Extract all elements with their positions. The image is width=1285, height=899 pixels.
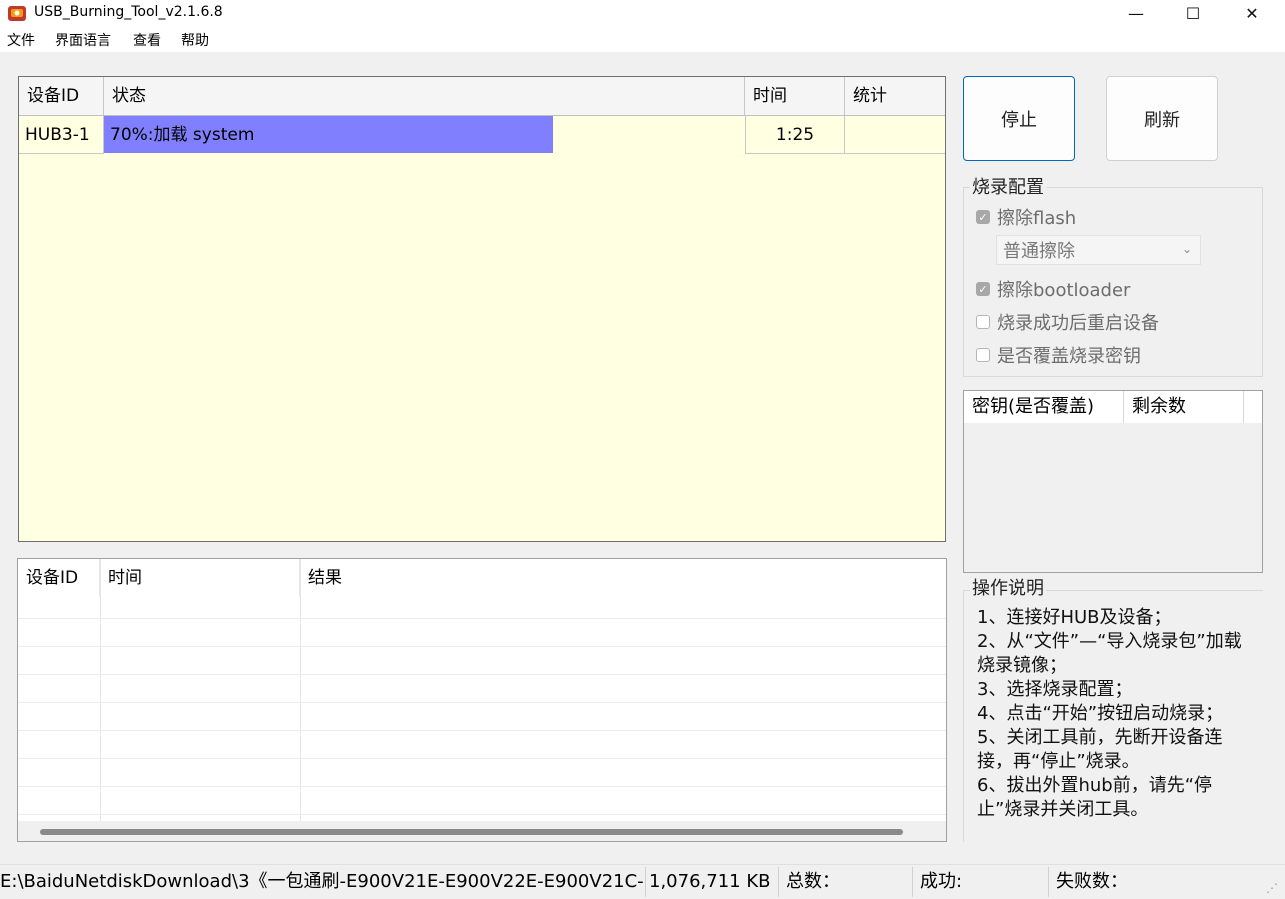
result-table-header: 设备ID 时间 结果 (18, 559, 946, 597)
grid-line (18, 730, 946, 731)
status-total: 总数： (786, 871, 840, 892)
menu-file[interactable]: 文件 (7, 33, 35, 49)
menu-help[interactable]: 帮助 (181, 33, 209, 49)
instruction-line: 1、连接好HUB及设备； (977, 607, 1172, 628)
burn-config-title: 烧录配置 (970, 177, 1046, 198)
resize-grip-icon[interactable]: ⋰ (1266, 881, 1280, 895)
refresh-button[interactable]: 刷新 (1106, 76, 1218, 161)
instruction-line: 4、点击“开始”按钮启动烧录； (977, 703, 1224, 724)
progress-bar: 70%:加载 system (104, 116, 745, 154)
grid-line (18, 758, 946, 759)
col-result[interactable]: 结果 (300, 559, 946, 597)
instructions-text: 1、连接好HUB及设备； 2、从“文件”—“导入烧录包”加载烧录镜像； 3、选择… (977, 606, 1257, 822)
col-stats[interactable]: 统计 (845, 77, 945, 115)
reboot-after-checkbox[interactable]: 烧录成功后重启设备 (976, 310, 1159, 334)
status-text: 70%:加载 system (110, 125, 255, 145)
status-separator (778, 867, 779, 897)
key-table[interactable]: 密钥(是否覆盖) 剩余数 (963, 390, 1263, 573)
col-device-id[interactable]: 设备ID (18, 559, 100, 597)
title-bar: USB_Burning_Tool_v2.1.6.8 — ☐ ✕ (0, 0, 1285, 30)
stats-cell (845, 116, 945, 154)
status-fail: 失败数： (1056, 871, 1128, 892)
status-file-path: E:\BaiduNetdiskDownload\3《一包通刷-E900V21E-… (0, 871, 643, 892)
window-title: USB_Burning_Tool_v2.1.6.8 (34, 4, 223, 20)
grid-line (100, 559, 101, 821)
instruction-line: 3、选择烧录配置； (977, 679, 1133, 700)
status-file-size: 1,076,711 KB (649, 871, 771, 892)
instruction-line: 6、拔出外置hub前，请先“停止”烧录并关闭工具。 (977, 775, 1213, 820)
checkbox-unchecked-icon (976, 348, 990, 362)
checkbox-unchecked-icon (976, 315, 990, 329)
erase-flash-checkbox[interactable]: ✓ 擦除flash (976, 205, 1076, 229)
status-success: 成功: (920, 871, 963, 892)
overwrite-key-label: 是否覆盖烧录密钥 (997, 346, 1141, 367)
grid-line (18, 814, 946, 815)
col-device-id[interactable]: 设备ID (19, 77, 104, 115)
time-cell: 1:25 (745, 116, 845, 154)
instructions-title: 操作说明 (970, 578, 1046, 599)
checkbox-checked-icon: ✓ (976, 210, 990, 224)
status-separator (645, 867, 646, 897)
grid-line (18, 618, 946, 619)
status-separator (912, 867, 913, 897)
device-table-header: 设备ID 状态 时间 统计 (19, 77, 945, 116)
maximize-button[interactable]: ☐ (1163, 0, 1223, 26)
horizontal-scrollbar-thumb[interactable] (40, 829, 903, 835)
app-logo-icon (7, 3, 27, 23)
erase-mode-select[interactable]: 普通擦除 ⌄ (996, 235, 1201, 265)
menu-bar: 文件 界面语言 查看 帮助 (0, 30, 1285, 52)
erase-bootloader-label: 擦除bootloader (997, 280, 1131, 301)
col-status[interactable]: 状态 (104, 77, 745, 115)
minimize-button[interactable]: — (1106, 0, 1166, 26)
close-button[interactable]: ✕ (1222, 0, 1282, 26)
stop-button[interactable]: 停止 (963, 76, 1075, 161)
status-bar: E:\BaiduNetdiskDownload\3《一包通刷-E900V21E-… (0, 864, 1285, 899)
instruction-line: 2、从“文件”—“导入烧录包”加载烧录镜像； (977, 631, 1242, 676)
grid-line (300, 559, 301, 821)
key-table-header: 密钥(是否覆盖) 剩余数 (964, 391, 1262, 423)
checkbox-checked-icon: ✓ (976, 282, 990, 296)
reboot-after-label: 烧录成功后重启设备 (997, 313, 1159, 334)
overwrite-key-checkbox[interactable]: 是否覆盖烧录密钥 (976, 343, 1141, 367)
menu-language[interactable]: 界面语言 (55, 33, 111, 49)
device-table[interactable]: 设备ID 状态 时间 统计 HUB3-1 70%:加载 system 1:25 (18, 76, 946, 542)
col-key[interactable]: 密钥(是否覆盖) (964, 391, 1124, 423)
erase-mode-value: 普通擦除 (1003, 241, 1075, 262)
device-id-cell: HUB3-1 (19, 116, 104, 154)
chevron-down-icon: ⌄ (1181, 242, 1192, 256)
col-time[interactable]: 时间 (745, 77, 845, 115)
table-row[interactable]: HUB3-1 70%:加载 system 1:25 (19, 116, 945, 154)
grid-line (18, 786, 946, 787)
grid-line (18, 674, 946, 675)
erase-flash-label: 擦除flash (997, 208, 1077, 229)
grid-line (18, 646, 946, 647)
col-remaining[interactable]: 剩余数 (1124, 391, 1244, 423)
result-table[interactable]: 设备ID 时间 结果 (17, 558, 947, 842)
grid-line (18, 702, 946, 703)
col-time[interactable]: 时间 (100, 559, 300, 597)
instruction-line: 5、关闭工具前，先断开设备连接，再“停止”烧录。 (977, 727, 1223, 772)
menu-view[interactable]: 查看 (133, 33, 161, 49)
erase-bootloader-checkbox[interactable]: ✓ 擦除bootloader (976, 277, 1130, 301)
status-separator (1048, 867, 1049, 897)
